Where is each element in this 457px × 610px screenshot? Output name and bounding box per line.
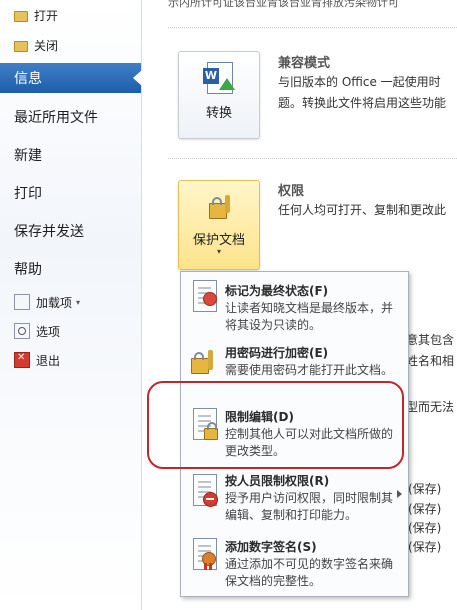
permissions-title: 权限 (278, 184, 305, 199)
behind-text-5: (保存) (408, 502, 442, 516)
nav-options-label: 选项 (36, 324, 61, 339)
top-cut-text: 示内所计可证该台亚青该台亚青排放污染物计可 (168, 0, 399, 9)
nav-new-label: 新建 (14, 148, 42, 164)
nav-open-label: 打开 (34, 8, 59, 23)
encrypt-lock-icon (189, 344, 219, 378)
behind-text-7: (保存) (408, 540, 442, 554)
nav-close-label: 关闭 (34, 38, 59, 53)
separator (168, 27, 457, 28)
highlight-annotation (147, 381, 404, 469)
menu-item-desc: 通过添加不可见的数字签名来确保文档的完整性。 (225, 557, 394, 588)
menu-item-title: 添加数字签名(S) (225, 540, 317, 554)
digital-signature-icon (189, 538, 219, 572)
nav-print[interactable]: 打印 (0, 178, 141, 208)
compat-line1: 与旧版本的 Office 一起使用时 (278, 75, 441, 89)
nav-open[interactable]: 打开 (0, 4, 141, 26)
chevron-down-icon: ▾ (76, 297, 81, 307)
addins-icon (14, 294, 30, 310)
menu-item-restrict-permission[interactable]: 按人员限制权限(R) 授予用户访问权限，同时限制其编辑、复制和打印能力。 (181, 468, 408, 530)
behind-text-2: 姓名和相 (406, 354, 455, 368)
behind-text-3: 型而无法 (406, 400, 455, 414)
protect-document-button[interactable]: 保护文档 ▾ (178, 180, 260, 270)
behind-text-4: (保存) (408, 482, 442, 496)
menu-item-mark-final[interactable]: 标记为最终状态(F) 让读者知晓文档是最终版本，并将其设为只读的。 (181, 276, 408, 338)
nav-save-send-label: 保存并发送 (14, 224, 84, 240)
nav-info-label: 信息 (14, 71, 42, 87)
menu-item-digital-signature[interactable]: 添加数字签名(S) 通过添加不可见的数字签名来确保文档的完整性。 (181, 534, 408, 592)
close-folder-icon (14, 41, 28, 52)
protect-lock-icon (207, 189, 235, 221)
nav-save-send[interactable]: 保存并发送 (0, 216, 141, 246)
nav-exit-label: 退出 (36, 353, 61, 368)
selected-arrow-icon (133, 70, 142, 86)
menu-item-desc: 需要使用密码才能打开此文档。 (225, 363, 394, 377)
nav-print-label: 打印 (14, 186, 42, 202)
nav-recent-label: 最近所用文件 (14, 110, 98, 126)
convert-button-label: 转换 (205, 106, 232, 121)
nav-help-label: 帮助 (14, 262, 42, 278)
menu-item-desc: 授予用户访问权限，同时限制其编辑、复制和打印能力。 (225, 491, 394, 522)
options-icon (14, 323, 30, 339)
nav-options[interactable]: 选项 (0, 320, 141, 342)
nav-recent[interactable]: 最近所用文件 (0, 102, 141, 132)
nav-addins[interactable]: 加载项 ▾ (0, 291, 141, 313)
nav-close[interactable]: 关闭 (0, 34, 141, 56)
submenu-arrow-icon (397, 490, 402, 498)
convert-arrow-icon (219, 78, 235, 90)
menu-item-title: 用密码进行加密(E) (225, 346, 329, 360)
protect-button-label: 保护文档 (192, 233, 245, 248)
nav-exit[interactable]: 退出 (0, 349, 141, 371)
separator (168, 158, 457, 159)
backstage-nav: 打开 关闭 信息 最近所用文件 新建 打印 保存并发送 帮助 加载项 ▾ 选项 … (0, 0, 142, 610)
behind-text-1: 意其包含 (406, 333, 455, 347)
restrict-permission-icon (189, 474, 219, 508)
nav-new[interactable]: 新建 (0, 140, 141, 170)
exit-icon (14, 352, 30, 368)
open-folder-icon (14, 11, 28, 22)
nav-info[interactable]: 信息 (0, 63, 142, 93)
permissions-line1: 任何人均可打开、复制和更改此 (278, 203, 447, 217)
compat-title: 兼容模式 (278, 56, 331, 71)
menu-item-title: 标记为最终状态(F) (225, 284, 329, 298)
nav-addins-label: 加载项 (36, 295, 73, 310)
chevron-down-icon: ▾ (216, 247, 221, 256)
convert-button[interactable]: W 转换 (178, 51, 260, 139)
nav-help[interactable]: 帮助 (0, 254, 141, 284)
behind-text-6: (保存) (408, 521, 442, 535)
menu-item-title: 按人员限制权限(R) (225, 474, 330, 488)
compat-line2: 题。转换此文件将启用这些功能 (278, 96, 447, 110)
menu-item-desc: 让读者知晓文档是最终版本，并将其设为只读的。 (225, 301, 394, 332)
mark-final-icon (189, 280, 219, 314)
